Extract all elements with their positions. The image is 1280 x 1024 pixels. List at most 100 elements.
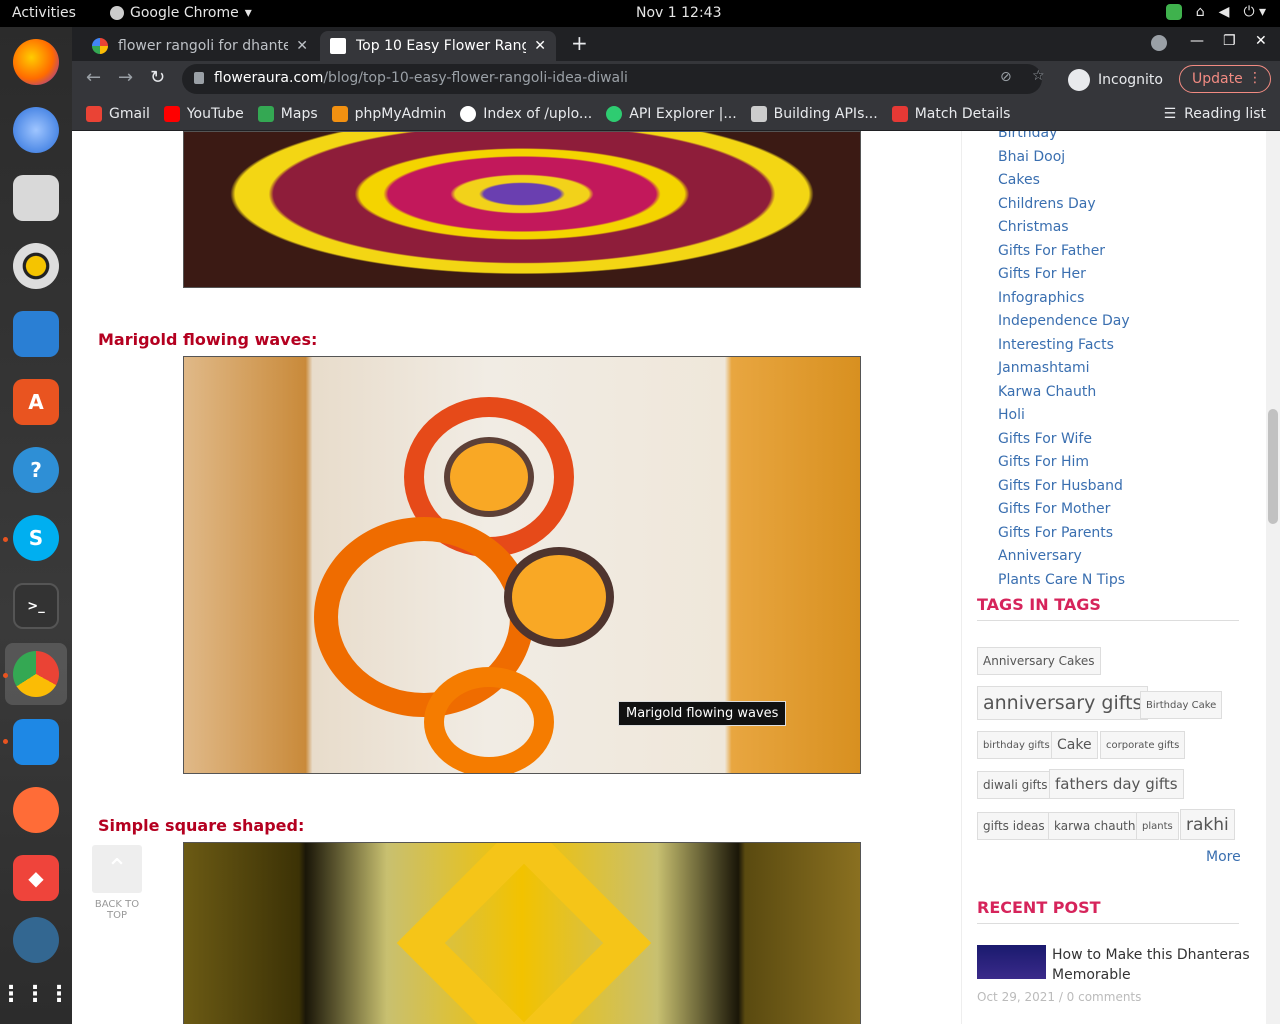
- category-link[interactable]: Gifts For Parents: [998, 525, 1130, 549]
- chevron-up-icon: ⌃: [92, 845, 142, 893]
- category-link[interactable]: Christmas: [998, 219, 1130, 243]
- category-link[interactable]: Gifts For Husband: [998, 478, 1130, 502]
- recent-post-meta: Oct 29, 2021 / 0 comments: [977, 990, 1142, 1004]
- show-applications-icon[interactable]: ⋮⋮⋮: [0, 971, 70, 1017]
- skype-icon[interactable]: S: [13, 515, 59, 561]
- page-scrollbar[interactable]: [1266, 131, 1280, 1024]
- postgresql-icon[interactable]: [13, 917, 59, 963]
- category-link[interactable]: Infographics: [998, 290, 1130, 314]
- tag-link[interactable]: corporate gifts: [1100, 731, 1186, 759]
- tag-link[interactable]: karwa chauth: [1048, 812, 1142, 840]
- tag-link[interactable]: diwali gifts: [977, 771, 1054, 799]
- restore-window-icon[interactable]: ❐: [1223, 33, 1236, 49]
- tag-link[interactable]: gifts ideas: [977, 812, 1051, 840]
- category-link[interactable]: Gifts For Her: [998, 266, 1130, 290]
- bookmark-maps[interactable]: Maps: [257, 105, 318, 122]
- bookmark-match-details[interactable]: Match Details: [891, 105, 1011, 122]
- tab-flower-rangoli-search[interactable]: flower rangoli for dhante ✕: [82, 31, 318, 61]
- category-link[interactable]: Bhai Dooj: [998, 149, 1130, 173]
- menu-kebab-icon: ⋮: [1248, 70, 1262, 86]
- app-menu[interactable]: Google Chrome ▾: [110, 5, 252, 21]
- forward-icon[interactable]: →: [118, 67, 133, 88]
- bookmark-youtube[interactable]: YouTube: [163, 105, 244, 122]
- bookmark-label: Maps: [280, 105, 318, 122]
- tab-flower-rangoli-article[interactable]: Top 10 Easy Flower Rango ✕: [320, 31, 556, 61]
- category-link[interactable]: Cakes: [998, 172, 1130, 196]
- software-center-icon[interactable]: A: [13, 379, 59, 425]
- thunderbird-icon[interactable]: [13, 107, 59, 153]
- api-explorer-icon: [606, 105, 623, 122]
- category-link[interactable]: Holi: [998, 407, 1130, 431]
- category-link[interactable]: Janmashtami: [998, 360, 1130, 384]
- reload-icon[interactable]: ↻: [150, 67, 165, 88]
- running-indicator: [3, 537, 8, 542]
- update-button[interactable]: Update ⋮: [1179, 65, 1271, 93]
- maps-icon: [257, 105, 274, 122]
- tag-link[interactable]: birthday gifts: [977, 731, 1056, 759]
- category-link[interactable]: Gifts For Mother: [998, 501, 1130, 525]
- terminal-icon[interactable]: >_: [13, 583, 59, 629]
- close-tab-icon[interactable]: ✕: [534, 38, 546, 54]
- category-link[interactable]: Plants Care N Tips: [998, 572, 1130, 596]
- tracking-blocked-icon[interactable]: ⊘: [1000, 69, 1012, 85]
- close-tab-icon[interactable]: ✕: [296, 38, 308, 54]
- tag-link[interactable]: anniversary gifts: [977, 686, 1149, 720]
- bookmark-gmail[interactable]: Gmail: [86, 105, 150, 122]
- category-link[interactable]: Gifts For Father: [998, 243, 1130, 267]
- category-link[interactable]: Childrens Day: [998, 196, 1130, 220]
- category-link[interactable]: Anniversary: [998, 548, 1130, 572]
- help-icon[interactable]: ?: [13, 447, 59, 493]
- anydesk-icon[interactable]: ◆: [13, 855, 59, 901]
- scrollbar-thumb[interactable]: [1268, 409, 1278, 524]
- recent-post-thumbnail[interactable]: [977, 945, 1046, 979]
- close-window-icon[interactable]: ✕: [1255, 33, 1267, 49]
- reading-list-button[interactable]: ☰ Reading list: [1164, 106, 1266, 122]
- section-title-marigold-waves: Marigold flowing waves:: [98, 330, 318, 349]
- url-path: /blog/top-10-easy-flower-rangoli-idea-di…: [323, 70, 628, 86]
- activities-button[interactable]: Activities: [12, 5, 76, 21]
- web-page: Marigold flowing waves: Marigold flowing…: [72, 131, 1266, 1024]
- security-shield-icon[interactable]: [1165, 4, 1182, 20]
- back-icon[interactable]: ←: [86, 67, 101, 88]
- rhythmbox-icon[interactable]: [13, 243, 59, 289]
- bookmark-star-icon[interactable]: ☆: [1032, 68, 1045, 84]
- tag-link[interactable]: fathers day gifts: [1049, 769, 1184, 799]
- tag-link[interactable]: plants: [1136, 812, 1179, 840]
- postman-icon[interactable]: [13, 787, 59, 833]
- tags-more-link[interactable]: More: [1206, 849, 1241, 865]
- tag-link[interactable]: rakhi: [1180, 809, 1235, 840]
- gmail-icon: [86, 105, 102, 122]
- category-link[interactable]: Karwa Chauth: [998, 384, 1130, 408]
- bookmark-api-explorer[interactable]: API Explorer |...: [606, 105, 737, 122]
- bookmark-phpmyadmin[interactable]: phpMyAdmin: [331, 105, 446, 122]
- system-tray[interactable]: ⌂ ◀ ⏻ ▾: [1165, 4, 1266, 20]
- category-link[interactable]: Gifts For Him: [998, 454, 1130, 478]
- category-link[interactable]: Interesting Facts: [998, 337, 1130, 361]
- bookmark-building-apis[interactable]: Building APIs...: [750, 105, 878, 122]
- category-link[interactable]: Independence Day: [998, 313, 1130, 337]
- address-bar[interactable]: floweraura.com/blog/top-10-easy-flower-r…: [182, 64, 1045, 94]
- network-icon[interactable]: ⌂: [1196, 4, 1205, 20]
- tag-link[interactable]: Birthday Cake: [1140, 691, 1223, 719]
- bookmark-index-of-uploads[interactable]: Index of /uplo...: [460, 105, 592, 122]
- recent-post-title[interactable]: How to Make this Dhanteras Memorable: [1052, 945, 1252, 985]
- tag-link[interactable]: Anniversary Cakes: [977, 647, 1101, 675]
- chrome-icon[interactable]: [13, 651, 59, 697]
- minimize-window-icon[interactable]: —: [1190, 33, 1204, 49]
- bookmark-label: Match Details: [914, 105, 1011, 122]
- power-icon[interactable]: ⏻ ▾: [1243, 4, 1266, 20]
- category-link[interactable]: Birthday: [998, 131, 1130, 149]
- category-link[interactable]: Gifts For Wife: [998, 431, 1130, 455]
- firefox-icon[interactable]: [13, 39, 59, 85]
- volume-icon[interactable]: ◀: [1219, 4, 1230, 20]
- files-icon[interactable]: [13, 175, 59, 221]
- clock[interactable]: Nov 1 12:43: [636, 5, 721, 21]
- tag-link[interactable]: Cake: [1051, 731, 1098, 759]
- incognito-indicator[interactable]: Incognito: [1068, 69, 1163, 91]
- tab-search-icon[interactable]: [1151, 35, 1167, 51]
- vscode-icon[interactable]: [13, 719, 59, 765]
- new-tab-icon[interactable]: +: [571, 31, 588, 55]
- libreoffice-writer-icon[interactable]: [13, 311, 59, 357]
- back-to-top[interactable]: ⌃ BACK TO TOP: [92, 845, 142, 921]
- square-rangoli-chevron: [396, 843, 652, 1024]
